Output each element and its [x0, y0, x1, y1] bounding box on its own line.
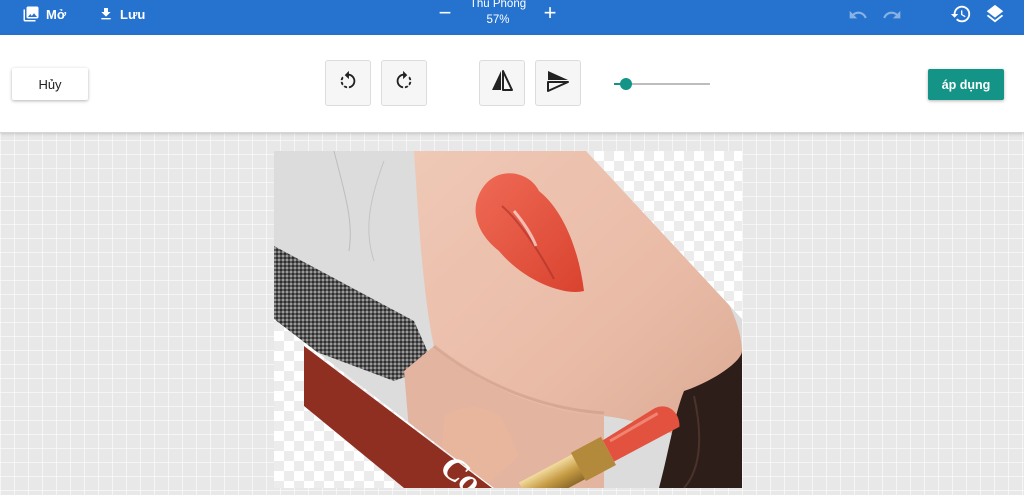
undo-icon [848, 10, 868, 29]
layers-button[interactable] [984, 3, 1006, 25]
rotate-right-button[interactable] [381, 60, 427, 106]
redo-button[interactable] [882, 5, 902, 25]
zoom-value: 57% [486, 14, 510, 26]
flip-horizontal-button[interactable] [479, 60, 525, 106]
image-canvas[interactable]: Co [274, 151, 742, 488]
zoom-title: Thu Phóng [469, 0, 527, 10]
edit-toolbar: Hủy áp dụng [0, 35, 1024, 133]
edited-photo: Co [274, 151, 742, 488]
rotate-right-icon [393, 70, 415, 97]
open-label: Mở [46, 6, 67, 22]
history-icon [950, 5, 972, 29]
zoom-display: Thu Phóng 57% [460, 0, 536, 28]
slider-thumb[interactable] [620, 78, 632, 90]
zoom-in-button[interactable]: + [540, 2, 560, 24]
redo-icon [882, 10, 902, 29]
rotate-left-icon [337, 70, 359, 97]
flip-vertical-button[interactable] [535, 60, 581, 106]
top-navbar: Mở Lưu − Thu Phóng 57% + [0, 0, 1024, 35]
layers-icon [984, 4, 1006, 29]
rotate-left-button[interactable] [325, 60, 371, 106]
apply-button[interactable]: áp dụng [928, 69, 1004, 100]
undo-button[interactable] [848, 5, 868, 25]
zoom-slider[interactable] [614, 78, 710, 90]
save-button[interactable]: Lưu [98, 0, 145, 28]
zoom-out-button[interactable]: − [435, 2, 455, 24]
flip-vertical-icon [545, 68, 571, 99]
image-icon [22, 5, 40, 23]
save-label: Lưu [120, 6, 146, 22]
history-button[interactable] [950, 3, 972, 25]
open-button[interactable]: Mở [22, 0, 66, 28]
download-icon [98, 6, 114, 22]
flip-horizontal-icon [489, 68, 515, 99]
cancel-button[interactable]: Hủy [12, 68, 88, 100]
